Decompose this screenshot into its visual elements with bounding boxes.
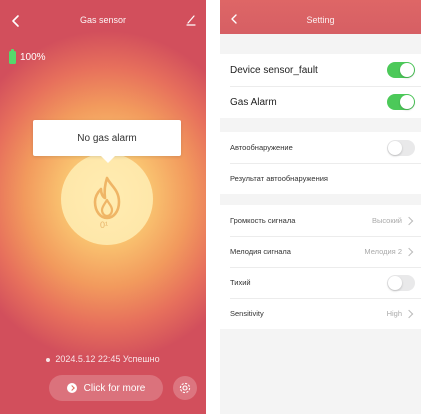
chevron-right-icon [404, 309, 414, 318]
setting-row-auto-detect[interactable]: Автообнаружение [220, 132, 421, 163]
setting-row-gas-alarm[interactable]: Gas Alarm [220, 86, 421, 118]
setting-label: Автообнаружение [230, 143, 293, 152]
settings-group-auto-detect: Автообнаружение Результат автообнаружени… [220, 132, 421, 194]
setting-value: Мелодия 2 [364, 247, 402, 256]
settings-group-alarms: Device sensor_fault Gas Alarm [220, 54, 421, 118]
arrow-right-icon [66, 383, 77, 393]
chevron-right-icon [404, 247, 414, 256]
gas-alarm-toggle[interactable] [387, 94, 415, 110]
last-update-status: 2024.5.12 22:45 Успешно [0, 354, 206, 364]
setting-label: Тихий [230, 278, 251, 287]
settings-header: Setting [220, 0, 421, 34]
alarm-status-popup: No gas alarm [33, 120, 181, 163]
setting-row-silent[interactable]: Тихий [220, 267, 421, 298]
setting-label: Device sensor_fault [230, 64, 318, 76]
alarm-status-text: No gas alarm [77, 132, 137, 144]
setting-label: Результат автообнаружения [230, 174, 328, 183]
more-button-label: Click for more [83, 382, 146, 394]
auto-detect-toggle[interactable] [387, 139, 415, 156]
battery-level: 100% [20, 52, 46, 63]
sensor-mark: 0¹ [100, 220, 109, 230]
setting-label: Sensitivity [230, 309, 264, 318]
setting-row-sensor-fault[interactable]: Device sensor_fault [220, 54, 421, 86]
setting-row-auto-detect-result[interactable]: Результат автообнаружения [220, 163, 421, 194]
click-for-more-button[interactable]: Click for more [49, 375, 163, 401]
page-title: Gas sensor [79, 15, 127, 25]
flame-icon [93, 176, 121, 220]
silent-toggle[interactable] [387, 274, 415, 291]
setting-row-melody[interactable]: Мелодия сигнала Мелодия 2 [220, 236, 421, 267]
sensor-fault-toggle[interactable] [387, 62, 415, 78]
setting-row-volume[interactable]: Громкость сигнала Высокий [220, 205, 421, 236]
status-text: 2024.5.12 22:45 Успешно [55, 354, 160, 364]
page-title: Setting [306, 15, 335, 25]
status-dot [46, 357, 51, 362]
setting-label: Gas Alarm [230, 96, 277, 108]
setting-value: High [386, 309, 402, 318]
gas-sensor-screen: Gas sensor 100% 0¹ No gas alarm 2024.5.1… [0, 0, 206, 414]
edit-icon[interactable] [185, 14, 197, 26]
settings-screen: Setting Device sensor_fault Gas Alarm Ав… [220, 0, 421, 414]
setting-row-sensitivity[interactable]: Sensitivity High [220, 298, 421, 329]
setting-label: Мелодия сигнала [230, 247, 291, 256]
setting-value: Высокий [371, 216, 402, 225]
settings-button[interactable] [173, 376, 197, 400]
chevron-right-icon [404, 216, 414, 225]
settings-group-sound: Громкость сигнала Высокий Мелодия сигнал… [220, 205, 421, 329]
battery-icon [9, 49, 16, 64]
gear-icon [179, 382, 191, 394]
setting-label: Громкость сигнала [230, 216, 296, 225]
